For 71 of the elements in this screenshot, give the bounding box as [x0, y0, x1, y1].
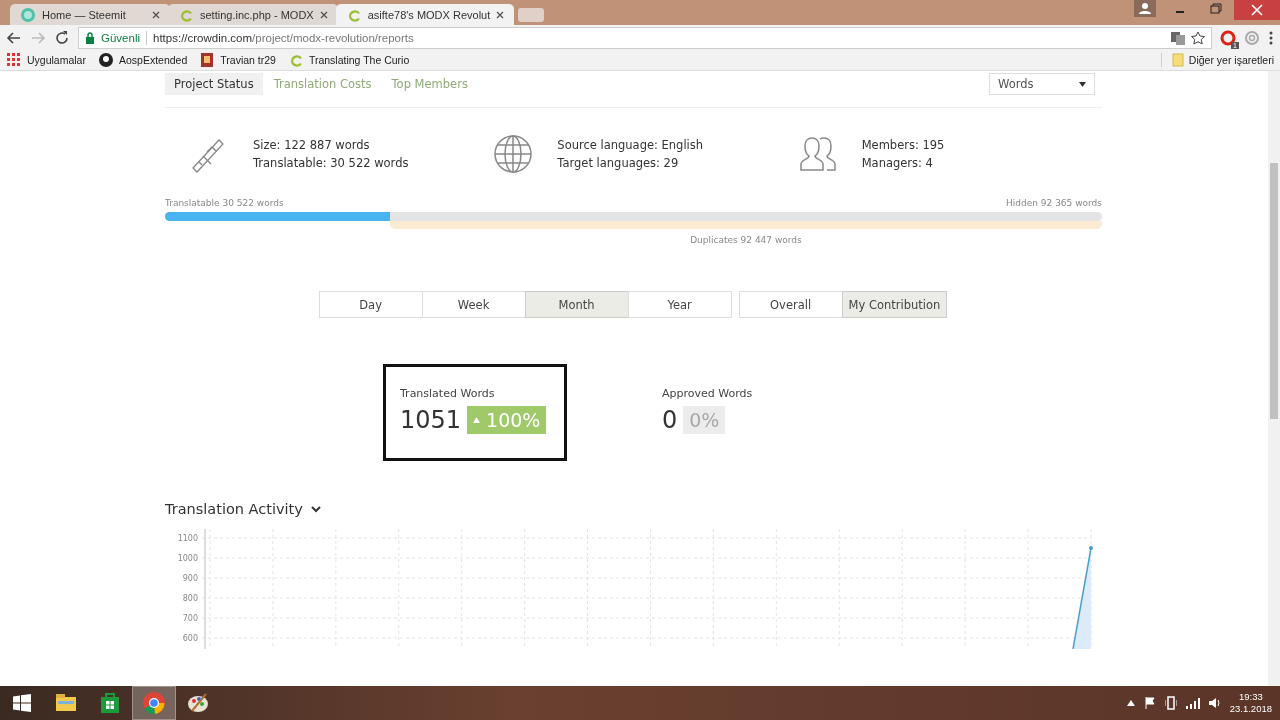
lock-icon [85, 31, 95, 44]
close-icon[interactable] [496, 10, 505, 19]
period-button[interactable]: Overall [738, 291, 843, 318]
bookmark[interactable]: Travian tr29 [199, 52, 276, 68]
chrome-logo-icon [142, 691, 166, 715]
folder-icon [1171, 53, 1184, 67]
address-bar[interactable]: Güvenli https://crowdin.com/project/modx-revolution/reports [78, 26, 1212, 49]
axis-tick-label: 1100 [177, 534, 198, 543]
axis-tick-label: 1000 [177, 554, 198, 563]
browser-tab[interactable]: asifte78's MODX Revolut [335, 4, 515, 25]
stat-text: Source language: English [557, 138, 704, 152]
url-text: https://crowdin.com/project/modx-revolution/reports [153, 31, 414, 44]
period-button[interactable]: My Contribution [841, 291, 948, 318]
reload-icon[interactable] [54, 29, 70, 46]
up-triangle-icon [473, 417, 481, 423]
section-title: Translation Activity [165, 501, 303, 517]
star-icon[interactable] [1191, 30, 1205, 45]
stat-text: Members: 195 [861, 138, 945, 152]
stat-text: Managers: 4 [861, 156, 934, 170]
period-button[interactable]: Month [524, 291, 629, 318]
stat-text: Translatable: 30 522 words [253, 156, 409, 170]
back-icon[interactable] [6, 29, 22, 46]
caret-icon [1079, 81, 1086, 87]
flag-icon[interactable] [1143, 697, 1156, 709]
stat-value: 0 [662, 406, 678, 434]
stat-label: Translated Words [400, 387, 496, 400]
speaker-icon[interactable] [1208, 697, 1221, 709]
axis-tick-label: 800 [182, 594, 198, 603]
bookmark[interactable]: Translating The Curio [287, 52, 410, 68]
palette-icon [186, 691, 210, 715]
apps-grid-icon [6, 52, 22, 68]
progress-label: Duplicates 92 447 words [689, 235, 803, 245]
stat-text: Size: 122 887 words [253, 138, 371, 152]
browser-tab[interactable]: Home — Steemit [10, 4, 170, 25]
signal-icon[interactable] [1185, 697, 1200, 709]
circle-logo-icon [20, 6, 36, 23]
period-button[interactable]: Year [627, 291, 732, 318]
axis-tick-label: 700 [182, 614, 198, 623]
period-button[interactable]: Week [421, 291, 526, 318]
battery-icon[interactable] [1164, 696, 1177, 710]
shopping-bag-icon [98, 691, 122, 715]
stat-text: Target languages: 29 [557, 156, 680, 170]
axis-tick-label: 600 [182, 634, 198, 643]
report-tab[interactable]: Project Status [165, 73, 263, 95]
bookmark[interactable]: AospExtended [97, 52, 188, 68]
globe-icon [493, 134, 534, 174]
bookmark[interactable]: Uygulamalar [6, 52, 86, 68]
change-badge: 0% [683, 406, 726, 434]
stat-value: 1051 [400, 406, 462, 434]
change-badge: 100% [467, 406, 547, 434]
unit-dropdown[interactable]: Words [989, 73, 1095, 95]
close-icon[interactable] [152, 10, 160, 19]
people-icon [797, 134, 838, 174]
security-label: Güvenli [101, 31, 140, 44]
chevron-down-icon[interactable] [310, 505, 321, 513]
translate-icon[interactable] [1171, 30, 1185, 45]
browser-tab[interactable]: setting.inc.php - MODX [168, 4, 338, 25]
chevron-up-icon[interactable] [1126, 700, 1135, 706]
progress-label: Hidden 92 365 words [1006, 198, 1102, 208]
bookmark-folder[interactable]: Diğer yer işaretleri [1160, 53, 1274, 67]
progress-label: Translatable 30 522 words [165, 198, 284, 208]
menu-icon[interactable] [1268, 29, 1274, 46]
period-button[interactable]: Day [318, 291, 423, 318]
scrollbar[interactable] [1268, 71, 1280, 686]
scrollbar-thumb[interactable] [1270, 163, 1278, 419]
windows-logo-icon [13, 694, 31, 712]
axis-tick-label: 900 [182, 574, 198, 583]
close-icon[interactable] [319, 10, 328, 19]
clock[interactable]: 19:33 23.1.2018 [1229, 691, 1272, 715]
stat-label: Approved Words [662, 387, 754, 400]
ring-icon[interactable] [1220, 29, 1236, 46]
